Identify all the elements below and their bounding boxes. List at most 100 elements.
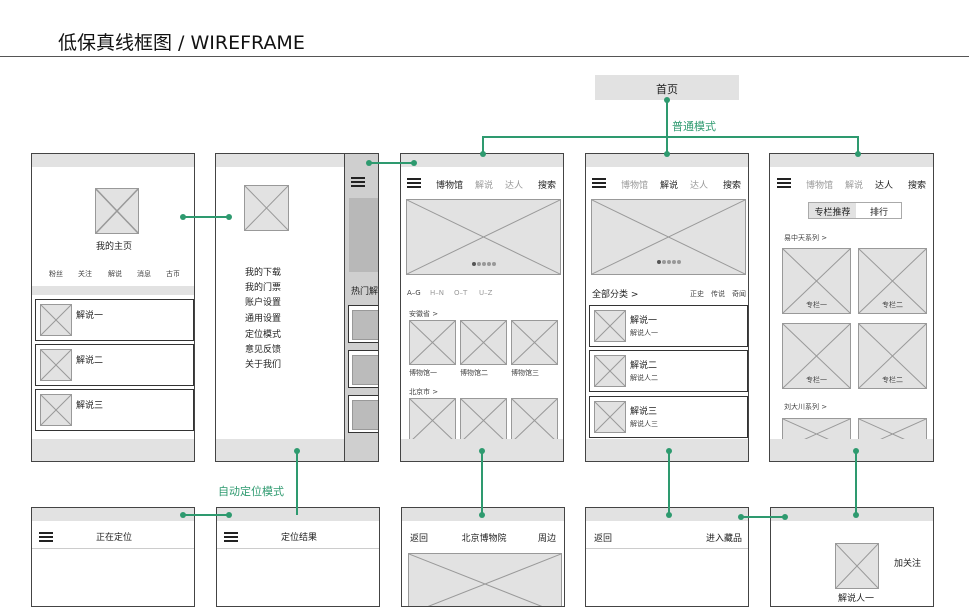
my-home-frame: 我的主页 粉丝 关注 解说 消息 古币 解说一 解说二 解说三 xyxy=(31,153,195,462)
drawer-item-location-mode[interactable]: 定位模式 xyxy=(245,327,281,340)
series-label[interactable]: 易中天系列 > xyxy=(784,233,827,243)
location-result-title: 定位结果 xyxy=(280,533,317,543)
museum-detail-frame: 返回 北京博物院 周边 xyxy=(401,507,565,607)
museum-thumb[interactable] xyxy=(409,398,456,443)
avatar-placeholder xyxy=(95,188,139,234)
nearby-button[interactable]: 周边 xyxy=(538,531,556,544)
toggle-recommended[interactable]: 专栏推荐 xyxy=(809,203,856,218)
stat-follow[interactable]: 关注 xyxy=(78,269,92,279)
museum-thumb[interactable] xyxy=(511,398,558,443)
tab-search[interactable]: 搜索 xyxy=(538,178,556,191)
drawer-item-feedback[interactable]: 意见反馈 xyxy=(245,342,281,355)
tab-narration[interactable]: 解说 xyxy=(660,178,678,191)
city-label[interactable]: 北京市 > xyxy=(409,387,438,397)
connector xyxy=(481,451,483,515)
peek-text: 热门解 xyxy=(351,287,379,297)
avatar-placeholder xyxy=(835,543,879,589)
stat-fans[interactable]: 粉丝 xyxy=(49,269,63,279)
status-bar xyxy=(32,154,194,167)
sort-anecdote[interactable]: 奇闻 xyxy=(732,289,746,299)
my-home-title: 我的主页 xyxy=(95,242,132,252)
museum-thumb[interactable] xyxy=(460,320,507,365)
category-selector[interactable]: 全部分类 > xyxy=(592,287,638,300)
province-label[interactable]: 安徽省 > xyxy=(409,309,438,319)
bottom-bar xyxy=(32,439,194,461)
follow-button[interactable]: 加关注 xyxy=(894,556,921,569)
tab-museum[interactable]: 博物馆 xyxy=(806,178,833,191)
filter-h-n[interactable]: H–N xyxy=(430,289,444,297)
connector-dot xyxy=(366,160,372,166)
toggle-ranking[interactable]: 排行 xyxy=(856,205,902,218)
tab-narration[interactable]: 解说 xyxy=(845,178,863,191)
column-name: 专栏二 xyxy=(882,376,903,384)
column-card[interactable]: 专栏一 xyxy=(782,323,851,389)
connector-dot xyxy=(666,448,672,454)
connector-dot xyxy=(226,214,232,220)
filter-u-z[interactable]: U–Z xyxy=(479,289,492,297)
menu-icon[interactable] xyxy=(351,177,365,187)
sort-history[interactable]: 正史 xyxy=(690,289,704,299)
drawer-item-account[interactable]: 账户设置 xyxy=(245,295,281,308)
avatar-placeholder xyxy=(244,185,289,231)
connector-dot xyxy=(782,514,788,520)
back-button[interactable]: 返回 xyxy=(594,531,612,544)
column-name: 专栏一 xyxy=(806,301,827,309)
filter-a-g[interactable]: A–G xyxy=(407,289,421,297)
drawer-item-tickets[interactable]: 我的门票 xyxy=(245,280,281,293)
museum-thumb[interactable] xyxy=(409,320,456,365)
tab-search[interactable]: 搜索 xyxy=(723,178,741,191)
connector-dot xyxy=(853,512,859,518)
column-card[interactable]: 专栏二 xyxy=(858,248,927,314)
museum-thumb[interactable] xyxy=(511,320,558,365)
expert-detail-frame: 加关注 解说人一 xyxy=(770,507,934,607)
list-item[interactable]: 解说一 解说人一 xyxy=(589,305,748,347)
sort-legend[interactable]: 传说 xyxy=(711,289,725,299)
stat-coin[interactable]: 古币 xyxy=(166,269,180,279)
locating-frame: 正在定位 xyxy=(31,507,195,607)
tab-museum[interactable]: 博物馆 xyxy=(436,178,463,191)
item-sub: 解说人二 xyxy=(630,374,658,382)
connector-dot xyxy=(480,151,486,157)
narration-tab-frame: 博物馆 解说 达人 搜索 全部分类 > 正史 传说 奇闻 解说一 解说人一 解说… xyxy=(585,153,749,462)
drawer-item-downloads[interactable]: 我的下载 xyxy=(245,265,281,278)
list-item[interactable]: 解说三 xyxy=(35,389,194,431)
list-item[interactable]: 解说三 解说人三 xyxy=(589,396,748,438)
tab-expert[interactable]: 达人 xyxy=(875,178,893,191)
drawer-item-general[interactable]: 通用设置 xyxy=(245,311,281,324)
column-card[interactable]: 专栏一 xyxy=(782,248,851,314)
connector-dot xyxy=(855,151,861,157)
tab-expert[interactable]: 达人 xyxy=(505,178,523,191)
stat-message[interactable]: 消息 xyxy=(137,269,151,279)
museum-thumb[interactable] xyxy=(460,398,507,443)
item-title: 解说三 xyxy=(630,407,658,417)
filter-o-t[interactable]: O–T xyxy=(454,289,467,297)
series-label[interactable]: 刘大川系列 > xyxy=(784,402,827,412)
tab-expert[interactable]: 达人 xyxy=(690,178,708,191)
tab-search[interactable]: 搜索 xyxy=(908,178,926,191)
flow-label-normal: 普通模式 xyxy=(672,120,716,133)
toggle-recommended-label: 专栏推荐 xyxy=(814,208,851,218)
connector xyxy=(740,516,786,518)
connector-dot xyxy=(180,214,186,220)
connector-dot xyxy=(853,448,859,454)
list-item[interactable]: 解说一 xyxy=(35,299,194,341)
museum-name: 博物馆一 xyxy=(409,369,437,377)
title-divider xyxy=(0,56,969,57)
menu-icon[interactable] xyxy=(777,178,791,188)
list-item[interactable]: 解说二 解说人二 xyxy=(589,350,748,392)
connector xyxy=(368,162,414,164)
tab-museum[interactable]: 博物馆 xyxy=(621,178,648,191)
menu-icon[interactable] xyxy=(592,178,606,188)
connector xyxy=(296,451,298,515)
museum-tab-frame: 博物馆 解说 达人 搜索 A–G H–N O–T U–Z 安徽省 > 博物馆一 … xyxy=(400,153,564,462)
enter-collection-button[interactable]: 进入藏品 xyxy=(706,531,742,544)
menu-icon[interactable] xyxy=(407,178,421,188)
divider-bar xyxy=(32,286,194,295)
drawer-item-about[interactable]: 关于我们 xyxy=(245,357,281,370)
tab-narration[interactable]: 解说 xyxy=(475,178,493,191)
column-card[interactable]: 专栏二 xyxy=(858,323,927,389)
list-item[interactable]: 解说二 xyxy=(35,344,194,386)
museum-name: 博物馆二 xyxy=(460,369,488,377)
status-bar xyxy=(217,508,379,521)
stat-narration[interactable]: 解说 xyxy=(108,269,122,279)
